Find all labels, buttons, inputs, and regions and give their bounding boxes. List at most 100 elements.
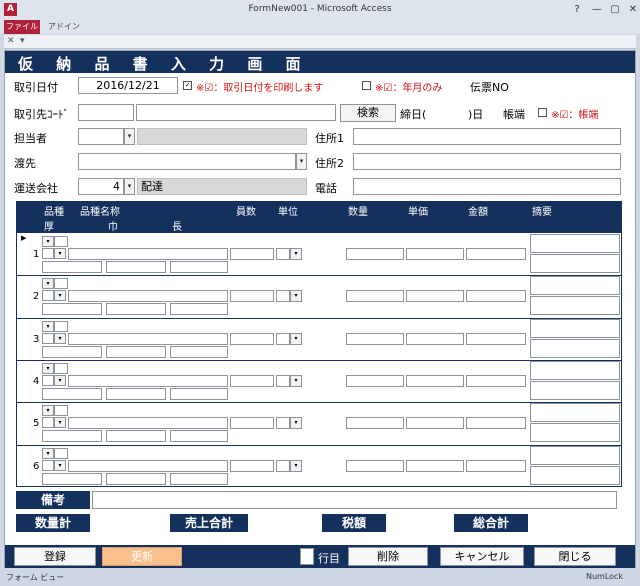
suryo-field[interactable] xyxy=(346,417,404,429)
jusho1-field[interactable] xyxy=(353,128,621,145)
watashisaki-dropdown-icon[interactable]: ▾ xyxy=(296,153,307,170)
hata-checkbox[interactable] xyxy=(538,108,547,117)
hinshu-code-field[interactable] xyxy=(54,236,68,247)
kazu-field[interactable] xyxy=(230,417,274,429)
torihikisaki-name-field[interactable] xyxy=(136,104,336,121)
hinshu-name-field[interactable] xyxy=(68,417,228,429)
suryo-field[interactable] xyxy=(346,290,404,302)
torihiki-date-field[interactable]: 2016/12/21 xyxy=(78,77,178,94)
search-button[interactable]: 検索 xyxy=(340,104,396,122)
tanka-field[interactable] xyxy=(406,460,464,472)
hinshu-dropdown-icon[interactable]: ▾ xyxy=(42,278,54,289)
tekiyo-field-2[interactable] xyxy=(530,381,620,400)
hinshu-code-field[interactable] xyxy=(54,405,68,416)
sakujo-button[interactable]: 削除 xyxy=(348,547,428,566)
tanka-field[interactable] xyxy=(406,248,464,260)
atsu-field[interactable] xyxy=(42,261,102,273)
hinshu-sub-field[interactable] xyxy=(42,333,54,344)
tekiyo-field-2[interactable] xyxy=(530,423,620,442)
unso-dropdown-icon[interactable]: ▾ xyxy=(124,178,135,195)
hinshu-sub-field[interactable] xyxy=(42,375,54,386)
year-month-checkbox[interactable] xyxy=(362,81,371,90)
tekiyo-field-1[interactable] xyxy=(530,446,620,465)
kingaku-field[interactable] xyxy=(466,248,526,260)
tab-addin[interactable]: アドイン xyxy=(48,21,80,32)
tekiyo-field-2[interactable] xyxy=(530,296,620,315)
tekiyo-field-1[interactable] xyxy=(530,403,620,422)
tani-field[interactable] xyxy=(276,248,290,260)
hinshu-name-dropdown-icon[interactable]: ▾ xyxy=(54,375,66,386)
tanka-field[interactable] xyxy=(406,333,464,345)
tanto-dropdown-icon[interactable]: ▾ xyxy=(124,128,135,145)
naga-field[interactable] xyxy=(170,261,228,273)
kingaku-field[interactable] xyxy=(466,417,526,429)
hinshu-sub-field[interactable] xyxy=(42,248,54,259)
tanto-code-field[interactable] xyxy=(78,128,124,145)
document-menu-icon[interactable]: ▾ xyxy=(20,36,25,46)
tekiyo-field-1[interactable] xyxy=(530,276,620,295)
atsu-field[interactable] xyxy=(42,388,102,400)
naga-field[interactable] xyxy=(170,346,228,358)
close-window-button[interactable]: ✕ xyxy=(622,2,640,18)
hinshu-code-field[interactable] xyxy=(54,321,68,332)
haba-field[interactable] xyxy=(106,430,166,442)
naga-field[interactable] xyxy=(170,303,228,315)
tanka-field[interactable] xyxy=(406,375,464,387)
kazu-field[interactable] xyxy=(230,290,274,302)
hinshu-name-field[interactable] xyxy=(68,290,228,302)
tani-field[interactable] xyxy=(276,290,290,302)
kingaku-field[interactable] xyxy=(466,333,526,345)
hinshu-dropdown-icon[interactable]: ▾ xyxy=(42,448,54,459)
atsu-field[interactable] xyxy=(42,303,102,315)
hinshu-sub-field[interactable] xyxy=(42,417,54,428)
tani-field[interactable] xyxy=(276,460,290,472)
watashisaki-field[interactable] xyxy=(78,153,296,170)
tani-dropdown-icon[interactable]: ▾ xyxy=(290,333,302,345)
naga-field[interactable] xyxy=(170,473,228,485)
tekiyo-field-2[interactable] xyxy=(530,466,620,485)
denwa-field[interactable] xyxy=(353,178,621,195)
hinshu-sub-field[interactable] xyxy=(42,460,54,471)
naga-field[interactable] xyxy=(170,388,228,400)
tekiyo-field-2[interactable] xyxy=(530,254,620,273)
kazu-field[interactable] xyxy=(230,333,274,345)
tani-field[interactable] xyxy=(276,375,290,387)
tanka-field[interactable] xyxy=(406,417,464,429)
hinshu-dropdown-icon[interactable]: ▾ xyxy=(42,321,54,332)
tani-dropdown-icon[interactable]: ▾ xyxy=(290,460,302,472)
torihikisaki-code-field[interactable] xyxy=(78,104,134,121)
hinshu-name-field[interactable] xyxy=(68,375,228,387)
tekiyo-field-2[interactable] xyxy=(530,339,620,358)
atsu-field[interactable] xyxy=(42,473,102,485)
kazu-field[interactable] xyxy=(230,375,274,387)
unso-code-field[interactable]: 4 xyxy=(78,178,124,195)
hinshu-name-field[interactable] xyxy=(68,460,228,472)
tab-file[interactable]: ファイル xyxy=(4,20,40,34)
tani-dropdown-icon[interactable]: ▾ xyxy=(290,290,302,302)
tekiyo-field-1[interactable] xyxy=(530,234,620,253)
haba-field[interactable] xyxy=(106,388,166,400)
hinshu-code-field[interactable] xyxy=(54,448,68,459)
tani-dropdown-icon[interactable]: ▾ xyxy=(290,375,302,387)
tekiyo-field-1[interactable] xyxy=(530,319,620,338)
gyome-field[interactable] xyxy=(300,548,314,565)
tani-field[interactable] xyxy=(276,333,290,345)
kazu-field[interactable] xyxy=(230,248,274,260)
print-date-checkbox[interactable]: ✓ xyxy=(183,81,192,90)
suryo-field[interactable] xyxy=(346,375,404,387)
kingaku-field[interactable] xyxy=(466,460,526,472)
haba-field[interactable] xyxy=(106,261,166,273)
hinshu-name-dropdown-icon[interactable]: ▾ xyxy=(54,248,66,259)
atsu-field[interactable] xyxy=(42,430,102,442)
atsu-field[interactable] xyxy=(42,346,102,358)
kingaku-field[interactable] xyxy=(466,375,526,387)
biko-field[interactable] xyxy=(92,491,617,509)
hinshu-name-field[interactable] xyxy=(68,248,228,260)
suryo-field[interactable] xyxy=(346,460,404,472)
hinshu-dropdown-icon[interactable]: ▾ xyxy=(42,363,54,374)
hinshu-name-dropdown-icon[interactable]: ▾ xyxy=(54,460,66,471)
haba-field[interactable] xyxy=(106,303,166,315)
tani-field[interactable] xyxy=(276,417,290,429)
hinshu-code-field[interactable] xyxy=(54,363,68,374)
help-icon[interactable]: ? xyxy=(566,2,588,18)
